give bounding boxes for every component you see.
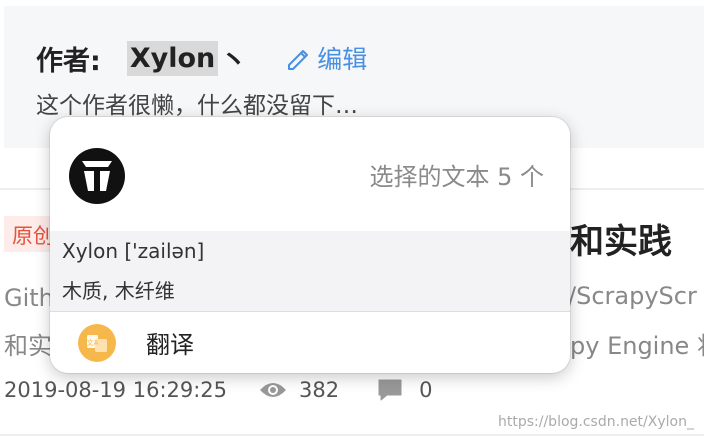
view-count: 382 [259,378,339,402]
author-label: 作者: [36,45,101,77]
article-title[interactable]: 和实践 [570,214,672,263]
author-name-selected[interactable]: Xylon [126,40,219,76]
edit-link[interactable]: 编辑 [285,40,367,76]
pencil-icon [288,50,309,70]
dictionary-entry[interactable]: Xylon ['zailən] 木质, 木纤维 [50,231,570,311]
author-name-suffix: 丶 [220,45,248,77]
article-desc-fragment: Gith [4,284,54,312]
article-meta: 2019-08-19 16:29:25 382 0 [4,376,433,404]
translate-label: 翻译 [146,331,194,359]
comment-icon [378,379,402,401]
comment-count-value: 0 [419,378,433,402]
selected-count: 选择的文本 5 个 [369,163,544,191]
translate-icon-glyph: 文A [87,338,99,347]
comment-count[interactable]: 0 [377,378,433,402]
divider [0,434,704,436]
selection-popup: 选择的文本 5 个 Xylon ['zailən] 木质, 木纤维 文A 翻译 [50,117,570,373]
popup-header: 选择的文本 5 个 [50,117,570,231]
eye-icon [260,383,287,397]
author-row: 作者: Xylon 丶 编辑 [36,36,367,80]
article-desc-fragment: py Engine 将 [570,332,704,360]
popclip-logo-icon [69,148,125,204]
translate-icon: 文A [78,323,116,362]
article-date: 2019-08-19 16:29:25 [4,378,228,402]
article-desc-fragment: /ScrapyScr [568,282,697,310]
view-count-value: 382 [299,378,340,402]
watermark: https://blog.csdn.net/Xylon_ [498,414,694,430]
dictionary-meaning: 木质, 木纤维 [62,279,175,303]
translate-action[interactable]: 文A 翻译 [50,312,570,373]
dictionary-word: Xylon ['zailən] [62,239,205,263]
author-description: 这个作者很懒，什么都没留下… [36,93,358,119]
edit-label: 编辑 [317,45,368,74]
article-desc-fragment: 和实 [4,332,52,360]
